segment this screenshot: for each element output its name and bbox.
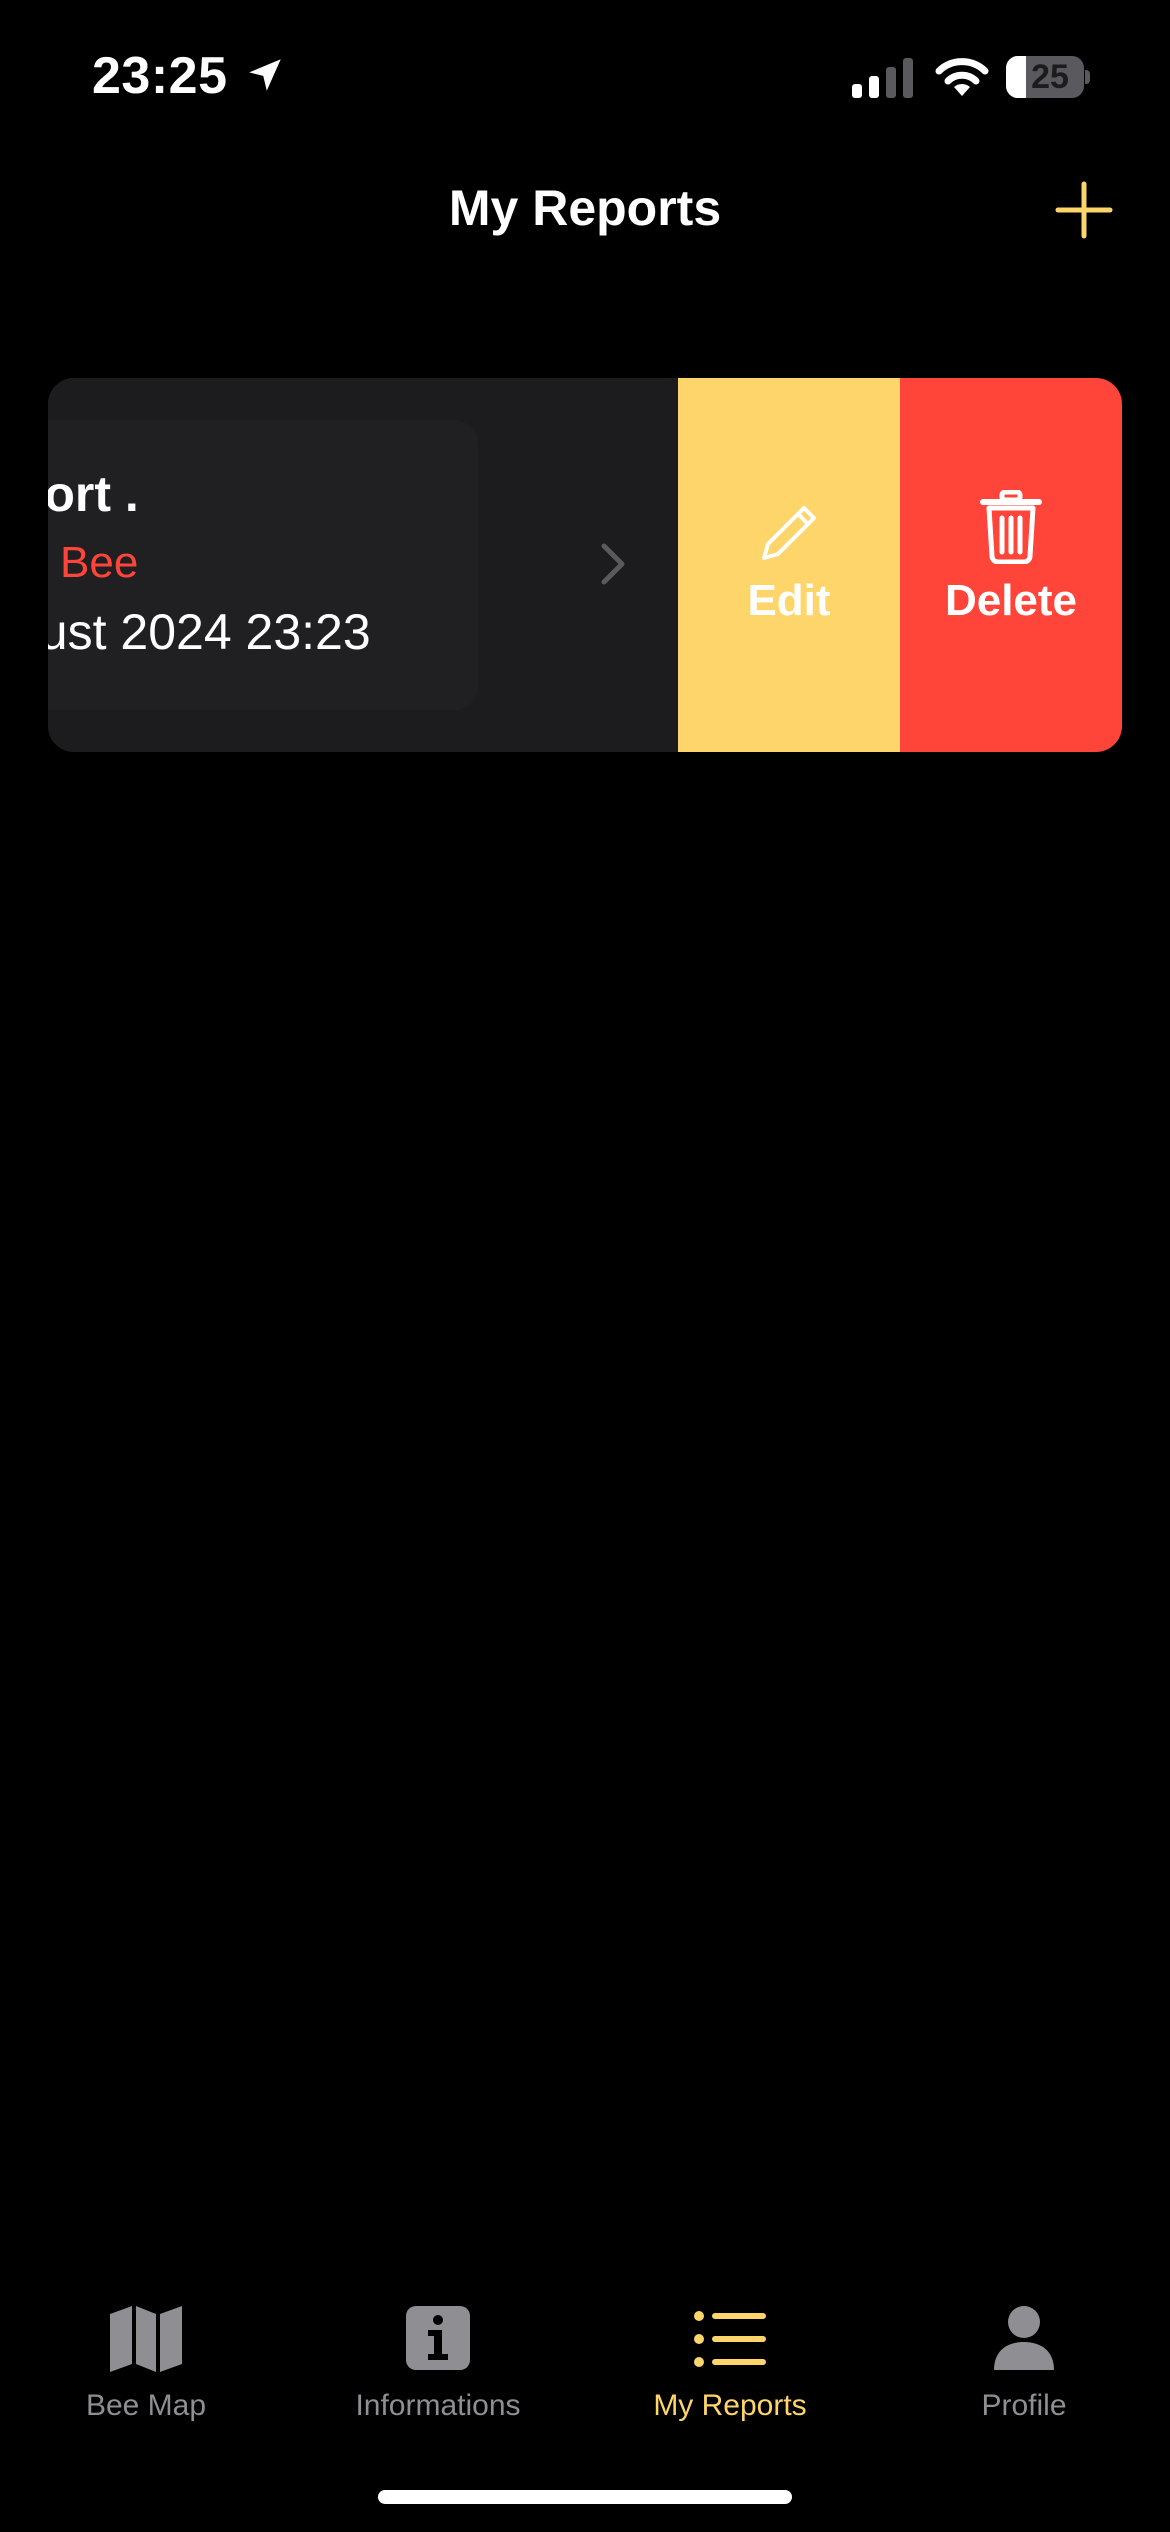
report-date: gust 2024 23:23 [48,604,371,660]
report-species: Bee [60,538,139,587]
edit-label: Edit [747,576,831,625]
person-icon [994,2306,1054,2370]
chevron-right-icon [601,543,625,585]
location-arrow-icon [249,59,281,91]
battery-body: 25 [1006,56,1084,98]
tab-label: Profile [981,2389,1067,2422]
add-report-button[interactable] [1054,180,1114,240]
home-indicator [378,2490,792,2504]
page-title: My Reports [448,180,722,236]
battery-indicator: 25 [1006,56,1090,98]
cellular-signal-icon [852,58,913,98]
report-title: eport . [48,466,139,522]
tab-bee-map[interactable]: Bee Map [0,2290,292,2440]
status-time: 23:25 [92,47,228,105]
delete-button[interactable]: Delete [900,378,1122,752]
report-cell[interactable]: eport . Bee gust 2024 23:23 [48,378,678,752]
edit-button[interactable]: Edit [678,378,900,752]
wifi-icon [935,58,989,96]
battery-level: 25 [1031,58,1069,96]
battery-cap [1085,70,1090,84]
status-bar: 23:25 25 [0,0,1170,150]
list-icon [694,2311,766,2367]
info-icon [406,2306,470,2370]
trash-icon [980,490,1042,564]
tab-my-reports[interactable]: My Reports [584,2290,876,2440]
tab-profile[interactable]: Profile [878,2290,1170,2440]
tab-label: Bee Map [85,2389,207,2422]
report-list-item[interactable]: eport . Bee gust 2024 23:23 Edit Delete [48,378,1122,752]
delete-label: Delete [944,576,1078,625]
map-icon [110,2306,182,2372]
tab-informations[interactable]: Informations [292,2290,584,2440]
pencil-icon [762,506,816,560]
tab-label: My Reports [653,2389,807,2422]
tab-label: Informations [355,2389,521,2422]
tab-bar: Bee Map Informations My Reports Profile [0,2290,1170,2460]
